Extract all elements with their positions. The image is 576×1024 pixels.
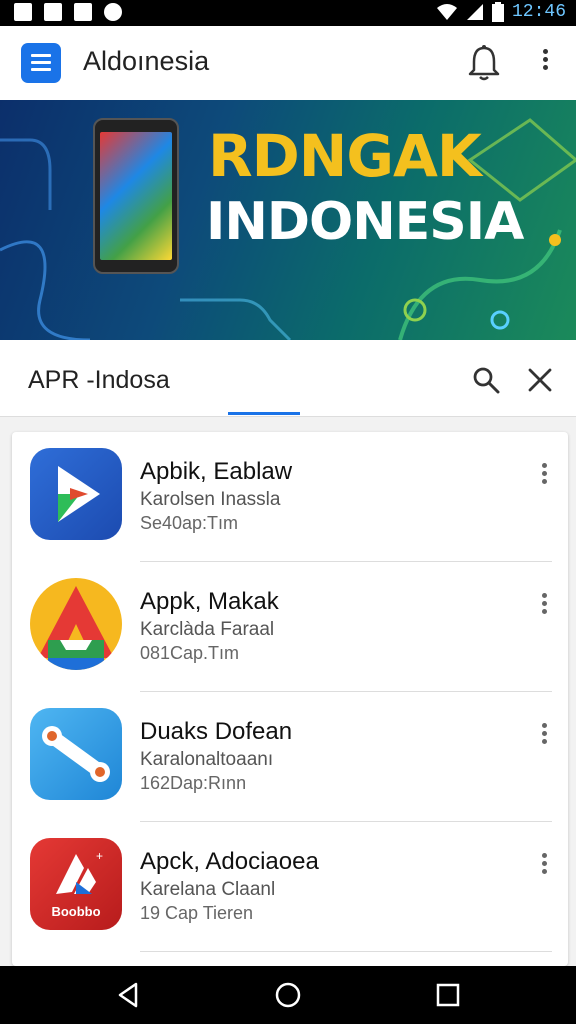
list-item[interactable]: Appk, Makak Karclàda Faraal 081Cap.Tım [12, 562, 568, 692]
app-developer: Karolsen Inassla [140, 489, 281, 510]
app-title: Apck, Adociaoea [140, 848, 319, 875]
blue-play-app-icon [30, 448, 122, 540]
app-meta: Se40ap:Tım [140, 513, 239, 533]
more-vert-icon[interactable] [534, 850, 554, 880]
more-vert-icon[interactable] [534, 590, 554, 620]
bell-icon[interactable] [466, 44, 502, 82]
battery-icon [491, 2, 504, 22]
clock-icon [104, 3, 122, 21]
app-developer: Karclàda Faraal [140, 619, 275, 640]
recents-icon[interactable] [433, 980, 463, 1010]
tab-indicator [228, 412, 300, 415]
close-icon[interactable] [527, 367, 553, 393]
more-vert-icon[interactable] [534, 720, 554, 750]
svg-text:+: + [96, 849, 103, 863]
promo-banner[interactable]: RDNGAK INDONESIA [0, 100, 576, 340]
more-vert-icon[interactable] [534, 460, 554, 490]
light-blue-tool-app-icon [30, 708, 122, 800]
app-list: Apbik, Eablaw Karolsen Inassla Se40ap:Tı… [12, 432, 568, 966]
list-item[interactable]: Apbik, Eablaw Karolsen Inassla Se40ap:Tı… [12, 432, 568, 562]
list-item[interactable]: + Boobbo Apck, Adociaoea Karelana Claanl… [12, 822, 568, 952]
red-bookbo-app-icon: + Boobbo [30, 838, 122, 930]
back-icon[interactable] [114, 980, 144, 1010]
signal-icon [466, 4, 483, 20]
app-meta: 081Cap.Tım [140, 643, 240, 663]
more-vert-icon[interactable] [530, 46, 560, 80]
app-title: Aldoınesia [83, 46, 210, 76]
app-developer: Karelana Claanl [140, 879, 276, 900]
app-title: Appk, Makak [140, 588, 279, 615]
wifi-icon [436, 4, 457, 20]
app-developer: Karalonaltoaanı [140, 749, 274, 770]
phone-illustration [93, 118, 179, 274]
banner-headline: RDNGAK [208, 122, 482, 190]
app-title: Apbik, Eablaw [140, 458, 293, 485]
app-icon-text: Boobbo [51, 904, 101, 919]
search-input[interactable]: APR -Indosa [28, 366, 170, 395]
home-icon[interactable] [273, 980, 303, 1010]
yellow-red-a-app-icon [30, 578, 122, 670]
app-title: Duaks Dofean [140, 718, 293, 745]
search-icon[interactable] [472, 366, 500, 394]
lock-icon [44, 3, 62, 21]
a-icon [74, 3, 92, 21]
navigation-bar [0, 966, 576, 1024]
app-bar: Aldoınesia [0, 26, 576, 101]
banner-subheadline: INDONESIA [206, 192, 524, 252]
search-bar: APR -Indosa [0, 340, 576, 417]
menu-button[interactable] [21, 43, 61, 83]
app-meta: 162Dap:Rınn [140, 773, 247, 793]
status-time: 12:46 [511, 2, 566, 22]
status-bar: 12:46 [0, 0, 576, 26]
image-icon [14, 3, 32, 21]
list-item[interactable]: Duaks Dofean Karalonaltoaanı 162Dap:Rınn [12, 692, 568, 822]
app-meta: 19 Cap Tieren [140, 903, 254, 923]
